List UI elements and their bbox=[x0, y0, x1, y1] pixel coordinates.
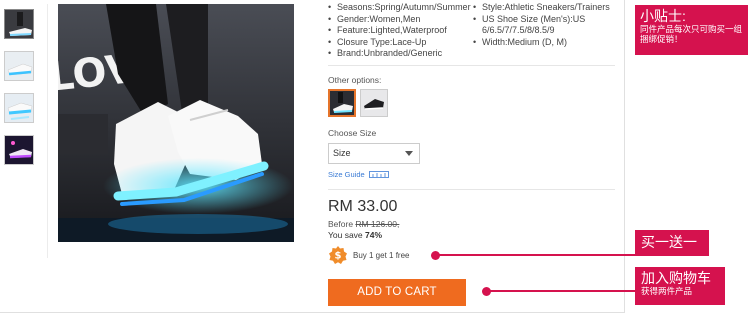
thumbnail-strip bbox=[4, 9, 38, 177]
dollar-badge-icon: $ bbox=[329, 246, 347, 264]
size-select-value: Size bbox=[333, 148, 351, 158]
original-price: RM 126.00, bbox=[355, 219, 400, 229]
spec-item: US Shoe Size (Men's):US 6/6.5/7/7.5/8/8.… bbox=[473, 14, 623, 37]
before-price: Before RM 126.00, bbox=[328, 219, 399, 229]
current-price: RM 33.00 bbox=[328, 198, 398, 215]
tip-title: 小贴士: bbox=[640, 8, 686, 24]
tip-callout: 小贴士: 同件产品每次只可购买一组捆绑促销！ bbox=[635, 5, 748, 55]
thumbnail-1[interactable] bbox=[4, 9, 34, 39]
spec-item: Width:Medium (D, M) bbox=[473, 37, 623, 49]
choose-size-label: Choose Size bbox=[328, 128, 377, 138]
product-panel: LOVE Seasons:Spring/Autumn/Summer Gender… bbox=[0, 0, 625, 313]
connector-line bbox=[487, 290, 635, 292]
divider bbox=[328, 189, 615, 190]
svg-text:$: $ bbox=[335, 251, 342, 262]
main-product-image: LOVE bbox=[58, 4, 294, 242]
add-cart-title: 加入购物车 bbox=[641, 270, 711, 286]
savings: You save 74% bbox=[328, 230, 382, 240]
option-swatch-1[interactable] bbox=[328, 89, 356, 117]
before-label: Before bbox=[328, 219, 354, 229]
connector-line bbox=[436, 254, 635, 256]
thumbnail-3[interactable] bbox=[4, 93, 34, 123]
spec-item: Gender:Women,Men bbox=[328, 14, 472, 26]
thumbnail-divider bbox=[47, 4, 48, 258]
divider bbox=[328, 65, 615, 66]
other-options-label: Other options: bbox=[328, 75, 382, 85]
spec-item: Brand:Unbranded/Generic bbox=[328, 48, 472, 60]
add-cart-callout: 加入购物车 获得两件产品 bbox=[635, 267, 725, 305]
buy-one-get-one-text: 买一送一 bbox=[641, 234, 697, 250]
size-guide-link[interactable]: Size Guide bbox=[328, 170, 365, 179]
spec-item: Style:Athletic Sneakers/Trainers bbox=[473, 2, 623, 14]
add-to-cart-button[interactable]: ADD TO CART bbox=[328, 279, 466, 306]
caret-down-icon bbox=[405, 151, 413, 156]
size-select[interactable]: Size bbox=[328, 143, 420, 164]
thumbnail-2[interactable] bbox=[4, 51, 34, 81]
ruler-icon[interactable] bbox=[369, 171, 389, 178]
tip-body: 同件产品每次只可购买一组捆绑促销！ bbox=[640, 24, 743, 44]
add-cart-subtitle: 获得两件产品 bbox=[641, 286, 693, 296]
spec-column-right: Style:Athletic Sneakers/Trainers US Shoe… bbox=[473, 2, 623, 48]
promo-text: Buy 1 get 1 free bbox=[353, 251, 410, 260]
spec-column-left: Seasons:Spring/Autumn/Summer Gender:Wome… bbox=[328, 2, 472, 60]
spec-item: Closure Type:Lace-Up bbox=[328, 37, 472, 49]
save-label: You save bbox=[328, 230, 363, 240]
spec-item: Feature:Lighted,Waterproof bbox=[328, 25, 472, 37]
save-percent: 74% bbox=[365, 230, 383, 240]
spec-item: Seasons:Spring/Autumn/Summer bbox=[328, 2, 472, 14]
buy-one-get-one-callout: 买一送一 bbox=[635, 230, 709, 256]
option-swatch-2[interactable] bbox=[360, 89, 388, 117]
thumbnail-4[interactable] bbox=[4, 135, 34, 165]
